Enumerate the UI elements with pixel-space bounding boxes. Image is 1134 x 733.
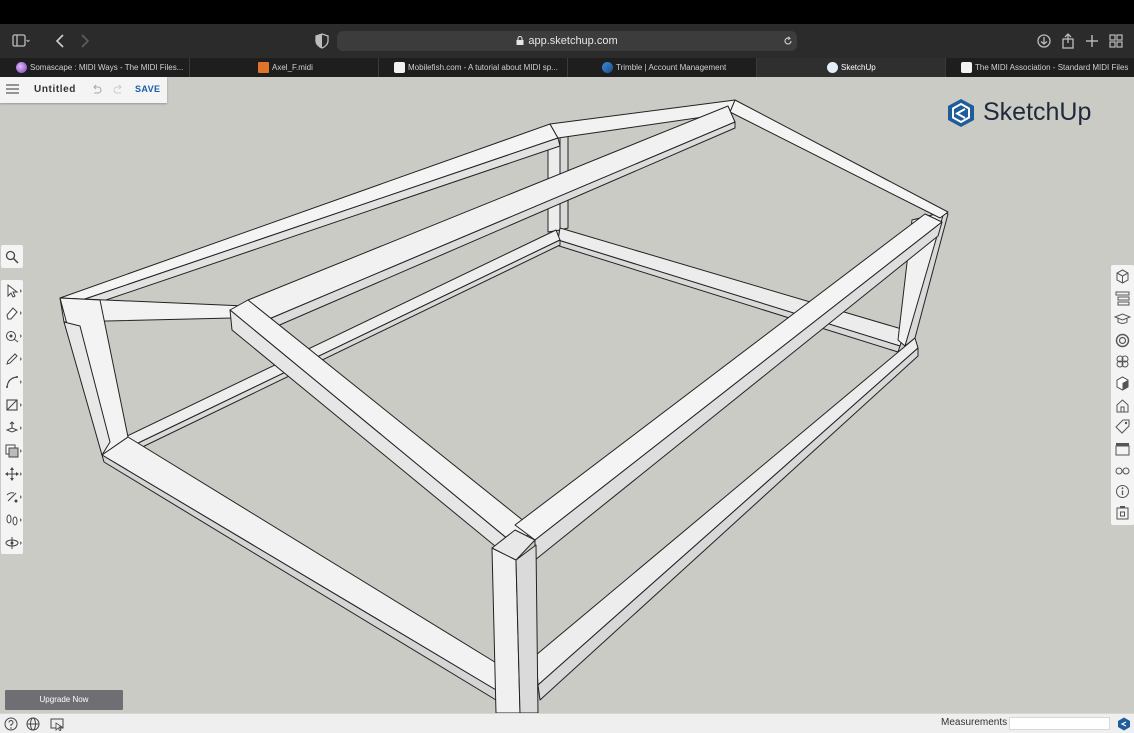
save-button[interactable]: SAVE [135,84,160,94]
document-header: Untitled SAVE [0,77,167,103]
rotate-tool[interactable] [1,487,23,507]
eraser-tool[interactable] [1,303,23,323]
tab-somascape[interactable]: Somascape : MIDI Ways - The MIDI Files..… [0,58,190,77]
back-icon[interactable] [52,33,70,49]
outliner-panel[interactable] [1114,290,1131,307]
info-panel[interactable] [1114,483,1131,500]
url-text: app.sketchup.com [528,35,618,47]
scenes-panel[interactable] [1114,397,1131,414]
hamburger-menu-icon[interactable] [6,83,19,95]
clapperboard-icon [1115,443,1130,456]
move-tool[interactable] [1,464,23,484]
modeling-viewport[interactable] [0,77,1134,713]
walk-tool[interactable] [1,510,23,530]
entity-info-panel[interactable] [1114,268,1131,285]
measurements-input[interactable] [1009,717,1110,730]
measurements-label: Measurements [941,717,1008,728]
select-tool[interactable] [1,281,23,301]
undo-icon[interactable] [91,84,102,94]
scenes-house-icon [1116,399,1129,413]
animation-panel[interactable] [1114,440,1131,457]
sketchup-logo-icon [948,99,974,127]
upgrade-now-button[interactable]: Upgrade Now [5,690,123,710]
arc-tool[interactable] [1,372,23,392]
play-icon [394,62,405,73]
sidebar-toggle-icon[interactable] [12,33,30,49]
push-pull-icon [5,421,19,433]
sketchup-icon [827,62,838,73]
tape-measure-tool[interactable] [1,326,23,346]
search-icon [5,250,19,264]
tma-icon [961,62,972,73]
tab-trimble[interactable]: Trimble | Account Management [568,58,757,77]
help-icon[interactable] [4,717,18,731]
html-file-icon [258,62,269,73]
components-panel[interactable] [1114,353,1131,370]
orbit-icon [5,537,19,549]
left-toolbar [1,280,23,554]
cube-icon [1116,269,1129,284]
eraser-icon [6,307,18,320]
styles-cube-icon [1116,376,1129,391]
sketchup-status-logo-icon [1118,717,1130,731]
tag-icon [1115,419,1130,434]
globe-icon[interactable] [26,717,40,731]
downloads-icon[interactable] [1035,33,1053,49]
components-icon [1116,355,1129,368]
tab-sketchup[interactable]: SketchUp [757,58,946,77]
tab-axel-f[interactable]: Axel_F.midi [190,58,379,77]
screen-cursor-icon[interactable] [50,717,64,731]
new-tab-icon[interactable] [1083,33,1101,49]
reload-icon[interactable] [783,36,793,46]
lock-icon [516,36,524,45]
privacy-shield-icon[interactable] [313,33,331,49]
trimble-icon [602,62,613,73]
status-bar: Measurements [0,713,1134,733]
forward-icon[interactable] [75,33,93,49]
pencil-line-tool[interactable] [1,349,23,369]
search-button[interactable] [1,245,23,268]
tape-measure-icon [6,331,19,343]
graduation-cap-icon [1113,313,1132,324]
share-icon[interactable] [1059,33,1077,49]
outliner-icon [1115,291,1130,306]
arc-icon [6,376,18,388]
styles-panel[interactable] [1114,375,1131,392]
offset-icon [5,444,19,458]
tab-overview-icon[interactable] [1107,33,1125,49]
redo-icon[interactable] [113,84,124,94]
rotate-icon [6,492,18,503]
os-top-strip [0,0,1134,24]
sketchup-brand: SketchUp [946,96,1106,130]
pencil-icon [6,353,18,365]
info-icon [1116,485,1129,498]
tab-mobilefish[interactable]: Mobilefish.com - A tutorial about MIDI s… [379,58,568,77]
purple-orb-icon [16,62,27,73]
materials-icon [1115,333,1130,348]
display-panel[interactable] [1114,462,1131,479]
tab-midi-association[interactable]: The MIDI Association - Standard MIDI Fil… [946,58,1134,77]
move-icon [5,467,19,481]
glasses-icon [1115,467,1130,475]
orbit-tool[interactable] [1,533,23,553]
document-title[interactable]: Untitled [34,84,76,95]
warehouse-box-icon [1116,506,1129,520]
push-pull-tool[interactable] [1,418,23,438]
materials-panel[interactable] [1114,332,1131,349]
right-panels-toolbar [1111,265,1134,525]
tab-strip: Somascape : MIDI Ways - The MIDI Files..… [0,58,1134,77]
greenhouse-frame-model[interactable] [0,77,1134,713]
address-bar[interactable]: app.sketchup.com [337,31,797,51]
footprints-icon [6,514,18,526]
offset-tool[interactable] [1,441,23,461]
instructor-panel[interactable] [1113,311,1132,328]
brand-name: SketchUp [983,98,1092,126]
rectangle-icon [6,399,18,411]
rectangle-tool[interactable] [1,395,23,415]
tags-panel[interactable] [1114,418,1131,435]
select-arrow-icon [7,284,19,298]
3d-warehouse-panel[interactable] [1114,504,1131,521]
